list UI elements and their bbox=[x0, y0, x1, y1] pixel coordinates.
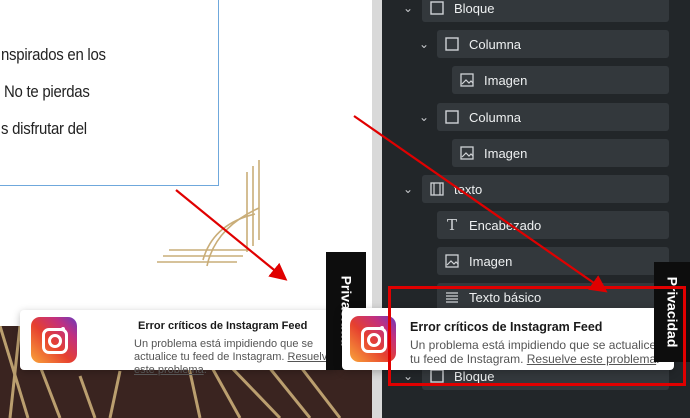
chevron-down-icon[interactable]: ⌄ bbox=[401, 1, 415, 15]
highlight-box bbox=[388, 286, 686, 386]
tree-item[interactable]: Imagen bbox=[452, 139, 669, 167]
tree-item[interactable]: Bloque bbox=[422, 0, 669, 22]
chevron-down-icon[interactable]: ⌄ bbox=[401, 182, 415, 196]
group-icon bbox=[430, 182, 444, 196]
column-icon bbox=[445, 110, 459, 124]
heading-icon: T bbox=[446, 216, 457, 234]
tree-item[interactable]: Columna bbox=[437, 103, 669, 131]
notice-body: Un problema está impidiendo que se actua… bbox=[134, 338, 334, 376]
column-icon bbox=[445, 37, 459, 51]
chevron-down-icon[interactable]: ⌄ bbox=[417, 110, 431, 124]
image-icon bbox=[460, 73, 474, 87]
tree-item[interactable]: Imagen bbox=[437, 247, 669, 275]
instagram-logo-icon bbox=[31, 317, 77, 363]
chevron-down-icon[interactable]: ⌄ bbox=[417, 37, 431, 51]
image-icon bbox=[445, 254, 459, 268]
article-text-line: No te pierdas bbox=[4, 82, 90, 101]
article-text-line: nspirados en los bbox=[1, 45, 106, 64]
tree-item[interactable]: Columna bbox=[437, 30, 669, 58]
tree-item[interactable]: texto bbox=[422, 175, 669, 203]
image-icon bbox=[460, 146, 474, 160]
article-text-line: s disfrutar del bbox=[1, 119, 87, 138]
instagram-error-notice: Error críticos de Instagram Feed Un prob… bbox=[20, 310, 338, 376]
tree-item[interactable]: Imagen bbox=[452, 66, 669, 94]
block-icon bbox=[430, 1, 444, 15]
tree-item[interactable]: T Encabezado bbox=[437, 211, 669, 239]
page-canvas: nspirados en los No te pierdas s disfrut… bbox=[0, 0, 372, 418]
ornament-decoration bbox=[157, 160, 260, 267]
notice-title: Error críticos de Instagram Feed bbox=[138, 320, 308, 332]
